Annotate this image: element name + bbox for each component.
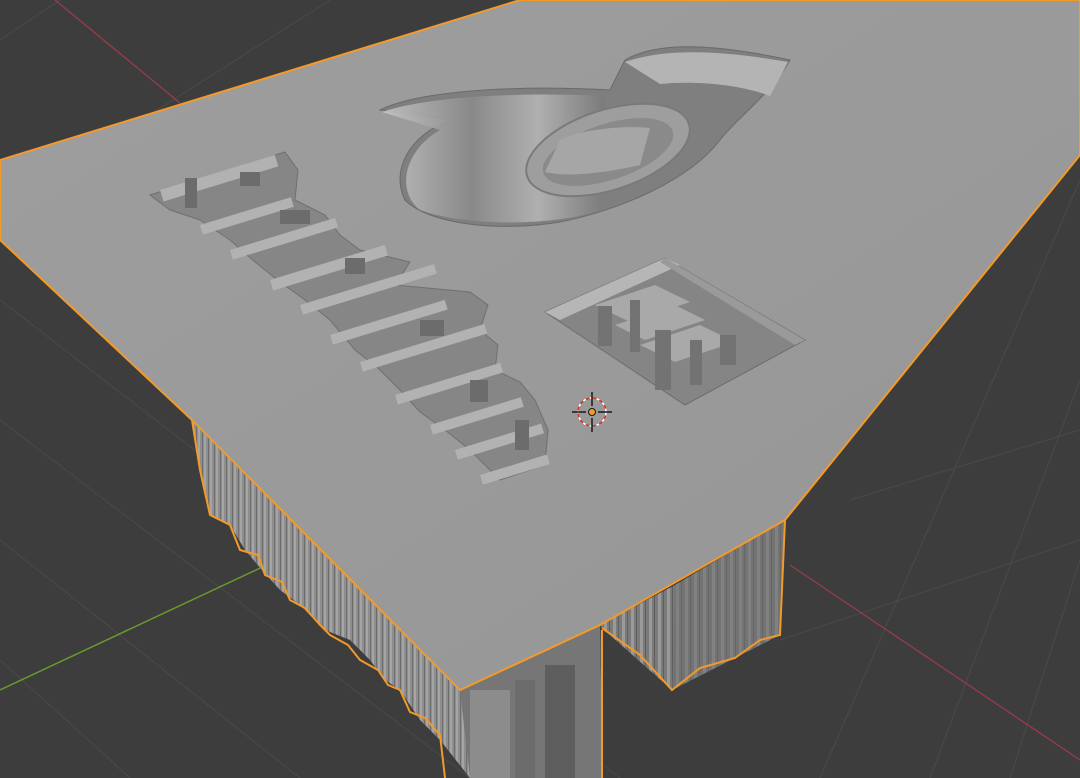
- object-origin-icon[interactable]: [588, 408, 596, 416]
- 3d-viewport[interactable]: [0, 0, 1080, 778]
- x-axis-line-lower: [789, 564, 1080, 761]
- x-axis-line: [54, 0, 181, 104]
- viewport-canvas[interactable]: [0, 0, 1080, 778]
